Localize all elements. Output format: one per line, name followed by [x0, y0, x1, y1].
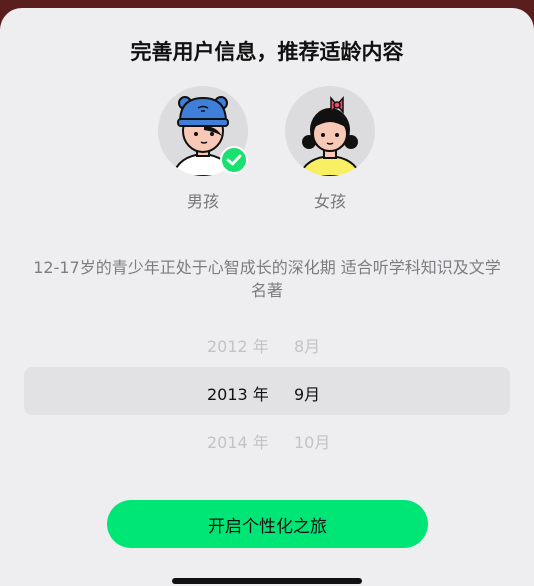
picker-year: 2013 年 — [207, 385, 269, 404]
picker-month: 9月 — [294, 385, 321, 404]
picker-month: 8月 — [294, 337, 321, 356]
picker-year: 2012 年 — [207, 337, 269, 356]
picker-row-selected[interactable]: 2013 年 9月 — [0, 381, 534, 405]
start-personalization-button[interactable]: 开启个性化之旅 — [107, 500, 428, 548]
girl-label[interactable]: 女孩 — [285, 188, 375, 212]
girl-illustration — [298, 95, 362, 176]
checkmark-icon — [226, 154, 242, 166]
picker-row[interactable]: 2014 年 10月 — [0, 429, 534, 453]
sheet-title: 完善用户信息，推荐适龄内容 — [130, 40, 404, 64]
picker-year: 2014 年 — [207, 433, 269, 452]
picker-month: 10月 — [294, 433, 331, 452]
picker-row[interactable]: 2012 年 8月 — [0, 333, 534, 357]
boy-label[interactable]: 男孩 — [158, 188, 248, 212]
age-description: 12-17岁的青少年正处于心智成长的深化期 适合听学科知识及文学名著 — [33, 258, 501, 300]
selected-check-badge — [220, 146, 248, 174]
home-indicator — [172, 578, 362, 584]
girl-avatar[interactable] — [285, 86, 375, 176]
